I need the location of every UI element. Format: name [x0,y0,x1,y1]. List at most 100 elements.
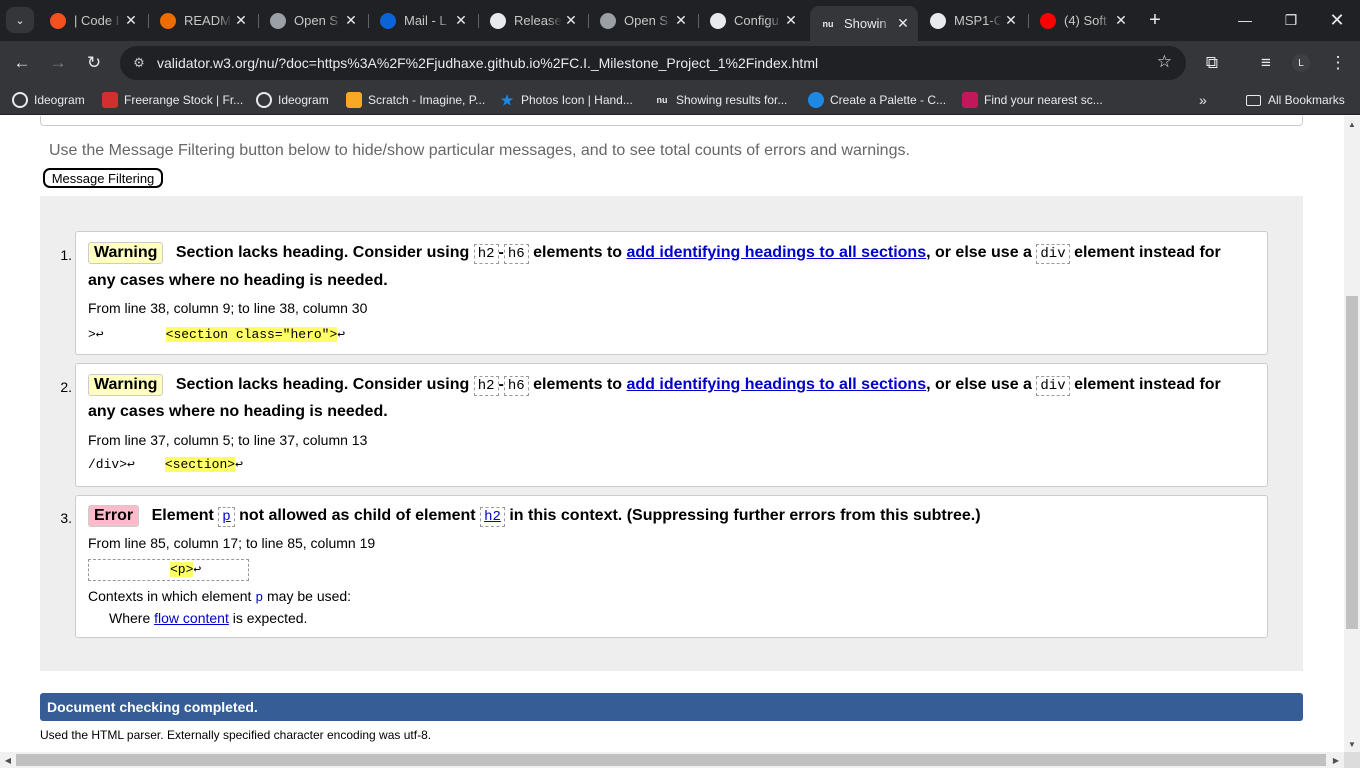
profile-avatar[interactable]: L [1292,54,1310,72]
close-tab-icon[interactable]: ✕ [1002,12,1020,29]
browser-tab[interactable]: Open S ✕ [260,6,366,35]
github-icon [930,12,946,29]
extract-post: ↩ [235,457,243,472]
message-text-part: Element [151,507,214,524]
message-text-part: elements to [533,376,623,393]
bookmark-item[interactable]: ★ Photos Icon | Hand... [499,91,633,109]
tab-title: (4) Soft [1064,13,1107,28]
vertical-scroll-thumb[interactable] [1346,296,1358,629]
message-text-part: , or else use a [926,376,1032,393]
bookmark-item[interactable]: nu Showing results for... [654,91,788,109]
message-text-cont: any cases where no heading is needed. [88,403,388,420]
orange-ring-icon [50,12,66,29]
star-icon: ★ [500,91,514,108]
menu-kebab-icon[interactable]: ⋮ [1324,49,1352,77]
bookmark-star-icon[interactable]: ☆ [1157,52,1172,72]
close-tab-icon[interactable]: ✕ [672,12,690,29]
nu-icon: nu [822,18,834,29]
back-button[interactable]: ← [8,49,36,77]
close-tab-icon[interactable]: ✕ [122,12,140,29]
message-text: Warning Section lacks heading. Consider … [88,239,1221,268]
contexts-part: Contexts in which element [88,588,252,604]
globe-icon [270,12,286,29]
message-text-part: Section lacks heading. Consider using [175,244,470,261]
forward-button[interactable]: → [44,49,72,77]
outlook-icon [380,12,396,29]
scroll-left-arrow-icon[interactable]: ◀ [0,752,16,768]
flow-content-link[interactable]: flow content [154,610,229,626]
code-extract: >↩ <section class="hero">↩ [88,327,345,342]
message-text-cont: any cases where no heading is needed. [88,272,388,289]
g-logo-icon [160,12,176,29]
url-text[interactable]: validator.w3.org/nu/?doc=https%3A%2F%2Fj… [157,55,818,71]
new-tab-button[interactable]: + [1143,8,1167,32]
message-text-part: not allowed as child of element [239,507,476,524]
close-tab-icon[interactable]: ✕ [452,12,470,29]
message-number: 3. [60,510,72,526]
browser-tab[interactable]: Open S ✕ [590,6,696,35]
browser-toolbar: ← → ↻ ⚙ validator.w3.org/nu/?doc=https%3… [0,41,1360,85]
message-filtering-button[interactable]: Message Filtering [43,168,163,188]
browser-tab[interactable]: nu Showin ✕ [810,6,918,41]
scroll-right-arrow-icon[interactable]: ▶ [1328,752,1344,768]
code-h6: h6 [503,376,529,396]
tab-title: Release [514,13,562,28]
extract-pre: >↩ [88,327,104,342]
site-info-icon[interactable]: ⚙ [130,54,148,72]
close-window-button[interactable]: ✕ [1314,0,1360,40]
youtube-icon [1040,12,1056,29]
message-text-part: elements to [533,244,623,261]
code-extract: <p>↩ [88,559,249,581]
browser-tab[interactable]: Release ✕ [480,6,586,35]
bookmark-label: Scratch - Imagine, P... [368,93,486,107]
headings-link[interactable]: add identifying headings to all sections [627,376,927,393]
close-tab-icon[interactable]: ✕ [562,12,580,29]
bookmark-item[interactable]: Create a Palette - C... [808,91,946,109]
ideogram-icon [256,92,272,108]
message-text-part: element instead for [1074,244,1221,261]
browser-tab[interactable]: (4) Soft ✕ [1030,6,1136,35]
code-p-link[interactable]: p [218,507,235,527]
close-tab-icon[interactable]: ✕ [782,12,800,29]
vertical-scrollbar[interactable]: ▲ ▼ [1344,116,1360,752]
scroll-down-arrow-icon[interactable]: ▼ [1344,736,1360,752]
tab-title: Mail - L [404,13,447,28]
bookmark-item[interactable]: Find your nearest sc... [962,91,1103,109]
minimize-button[interactable]: — [1222,0,1268,40]
github-icon [710,12,726,29]
close-tab-icon[interactable]: ✕ [894,15,912,32]
bookmark-item[interactable]: Ideogram [12,91,85,109]
scroll-up-arrow-icon[interactable]: ▲ [1344,116,1360,132]
horizontal-scroll-thumb[interactable] [16,754,1326,766]
horizontal-scrollbar[interactable]: ◀ ▶ [0,752,1344,768]
code-h2-link[interactable]: h2 [480,507,505,527]
close-tab-icon[interactable]: ✕ [342,12,360,29]
bookmark-item[interactable]: Ideogram [256,91,329,109]
warning-badge: Warning [88,374,164,396]
close-tab-icon[interactable]: ✕ [232,12,250,29]
element-p-link[interactable]: p [255,590,263,605]
freerange-icon [102,92,118,108]
extract-pre: /div>↩ [88,457,135,472]
media-controls-icon[interactable]: ≡ [1252,49,1280,77]
tab-search-button[interactable]: ⌄ [6,7,34,33]
scratch-icon [346,92,362,108]
browser-tab[interactable]: READM ✕ [150,6,256,35]
all-bookmarks-button[interactable]: All Bookmarks [1246,91,1345,109]
browser-tab[interactable]: MSP1-C ✕ [920,6,1026,35]
close-tab-icon[interactable]: ✕ [1112,12,1130,29]
bookmark-item[interactable]: Freerange Stock | Fr... [102,91,243,109]
browser-tab[interactable]: Configu ✕ [700,6,806,35]
browser-tab[interactable]: | Code I ✕ [40,6,146,35]
address-bar[interactable]: ⚙ validator.w3.org/nu/?doc=https%3A%2F%2… [120,46,1186,80]
code-h2: h2 [473,244,499,264]
extensions-icon[interactable]: ⧉ [1198,49,1226,77]
extract-highlight: <section class="hero"> [165,327,338,342]
browser-tab[interactable]: Mail - L ✕ [370,6,476,35]
more-bookmarks-chevron-icon[interactable]: » [1199,91,1207,109]
bookmark-item[interactable]: Scratch - Imagine, P... [346,91,485,109]
bookmark-label: Find your nearest sc... [984,93,1103,107]
restore-button[interactable]: ❐ [1268,0,1314,40]
reload-button[interactable]: ↻ [80,49,108,77]
headings-link[interactable]: add identifying headings to all sections [627,244,927,261]
